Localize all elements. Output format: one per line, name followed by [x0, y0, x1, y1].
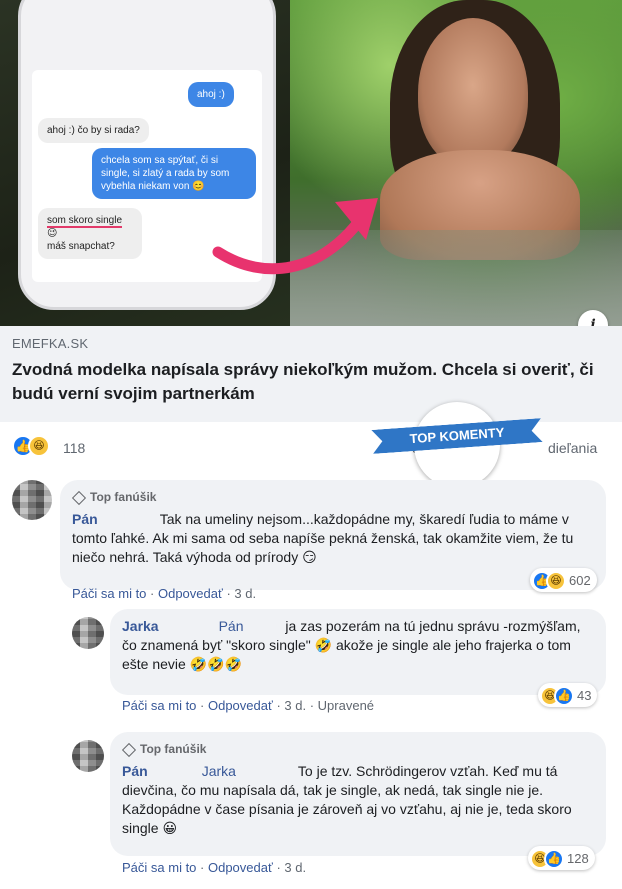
- reply-button[interactable]: Odpovedať: [208, 698, 273, 713]
- reaction-count[interactable]: 118: [63, 440, 85, 456]
- like-button[interactable]: Páči sa mi to: [72, 586, 146, 601]
- comment-time[interactable]: 3 d.: [284, 698, 306, 713]
- comment-text: To je tzv. Schrödingerov vzťah. Keď mu t…: [122, 763, 572, 836]
- comment: Top fanúšik Pán Tak na umeliny nejsom...k…: [0, 470, 622, 605]
- comment-bubble: Top fanúšik Pán Tak na umeliny nejsom...k…: [60, 480, 606, 590]
- comment-bubble: Top fanúšik Pán Jarka To je tzv. Schröding…: [110, 732, 606, 856]
- top-fan-badge: Top fanúšik: [71, 488, 594, 507]
- badge-label: Top fanúšik: [140, 742, 207, 756]
- model-face: [418, 18, 528, 168]
- comment-reply: Jarka Pán ja zas pozerám na tú jednu sprá…: [0, 605, 622, 725]
- comment-time[interactable]: 3 d.: [234, 586, 256, 601]
- avatar[interactable]: [72, 617, 104, 649]
- comment-author[interactable]: Pán: [72, 511, 98, 527]
- like-icon: 👍: [544, 848, 564, 869]
- blurred-name: [237, 765, 298, 780]
- comment-time[interactable]: 3 d.: [284, 860, 306, 875]
- comment-author[interactable]: Jarka: [122, 618, 159, 634]
- comment-reactions[interactable]: 😆 👍 43: [538, 683, 598, 707]
- badge-label: Top fanúšik: [90, 490, 157, 504]
- comment-author[interactable]: Pán: [122, 763, 148, 779]
- comment-bubble: Jarka Pán ja zas pozerám na tú jednu sprá…: [110, 609, 606, 695]
- wink-emoji: 😉: [47, 228, 58, 239]
- reaction-count: 128: [567, 851, 589, 866]
- comment-text: ja zas pozerám na tú jednu správu -rozmý…: [122, 618, 581, 672]
- chat-bubble-outgoing: ahoj :): [188, 82, 234, 107]
- reaction-count: 602: [569, 573, 591, 588]
- post-image[interactable]: ahoj :) ahoj :) čo by si rada? chcela so…: [0, 0, 622, 326]
- blurred-name: [99, 513, 160, 528]
- diamond-icon: [121, 742, 137, 757]
- comment-reactions[interactable]: 😆 👍 128: [528, 846, 595, 870]
- mention-tag[interactable]: Pán: [219, 618, 244, 634]
- mention-tag[interactable]: Jarka: [202, 763, 236, 779]
- pink-arrow-graphic: [212, 198, 378, 275]
- reaction-icons[interactable]: 👍 😆: [12, 435, 50, 457]
- haha-icon: 😆: [546, 570, 566, 591]
- comment-actions: Páči sa mi to · Odpovedať · 3 d.: [122, 860, 307, 875]
- reply-button[interactable]: Odpovedať: [158, 586, 223, 601]
- blurred-name: [245, 620, 282, 635]
- diamond-icon: [71, 490, 87, 505]
- avatar[interactable]: [72, 740, 104, 772]
- reply-button[interactable]: Odpovedať: [208, 860, 273, 875]
- edited-label[interactable]: Upravené: [318, 698, 374, 713]
- haha-icon: 😆: [28, 435, 50, 457]
- chat-bubble-incoming: ahoj :) čo by si rada?: [38, 118, 149, 143]
- reaction-count: 43: [577, 688, 592, 703]
- comment-reactions[interactable]: 👍 😆 602: [530, 568, 597, 592]
- underlined-phrase: som skoro single: [47, 215, 123, 228]
- chat-text: máš snapchat?: [47, 241, 115, 252]
- comment-actions: Páči sa mi to · Odpovedať · 3 d.: [72, 586, 257, 601]
- like-icon: 👍: [554, 685, 574, 706]
- like-button[interactable]: Páči sa mi to: [122, 698, 196, 713]
- like-button[interactable]: Páči sa mi to: [122, 860, 196, 875]
- top-fan-badge: Top fanúšik: [121, 740, 594, 759]
- link-domain: EMEFKA.SK: [12, 336, 89, 351]
- avatar[interactable]: [12, 480, 52, 520]
- chat-bubble-incoming: som skoro single 😉 máš snapchat?: [38, 208, 142, 259]
- comment-reply: Top fanúšik Pán Jarka To je tzv. Schröding…: [0, 728, 622, 889]
- comment-actions: Páči sa mi to · Odpovedať · 3 d. · Uprav…: [122, 698, 375, 713]
